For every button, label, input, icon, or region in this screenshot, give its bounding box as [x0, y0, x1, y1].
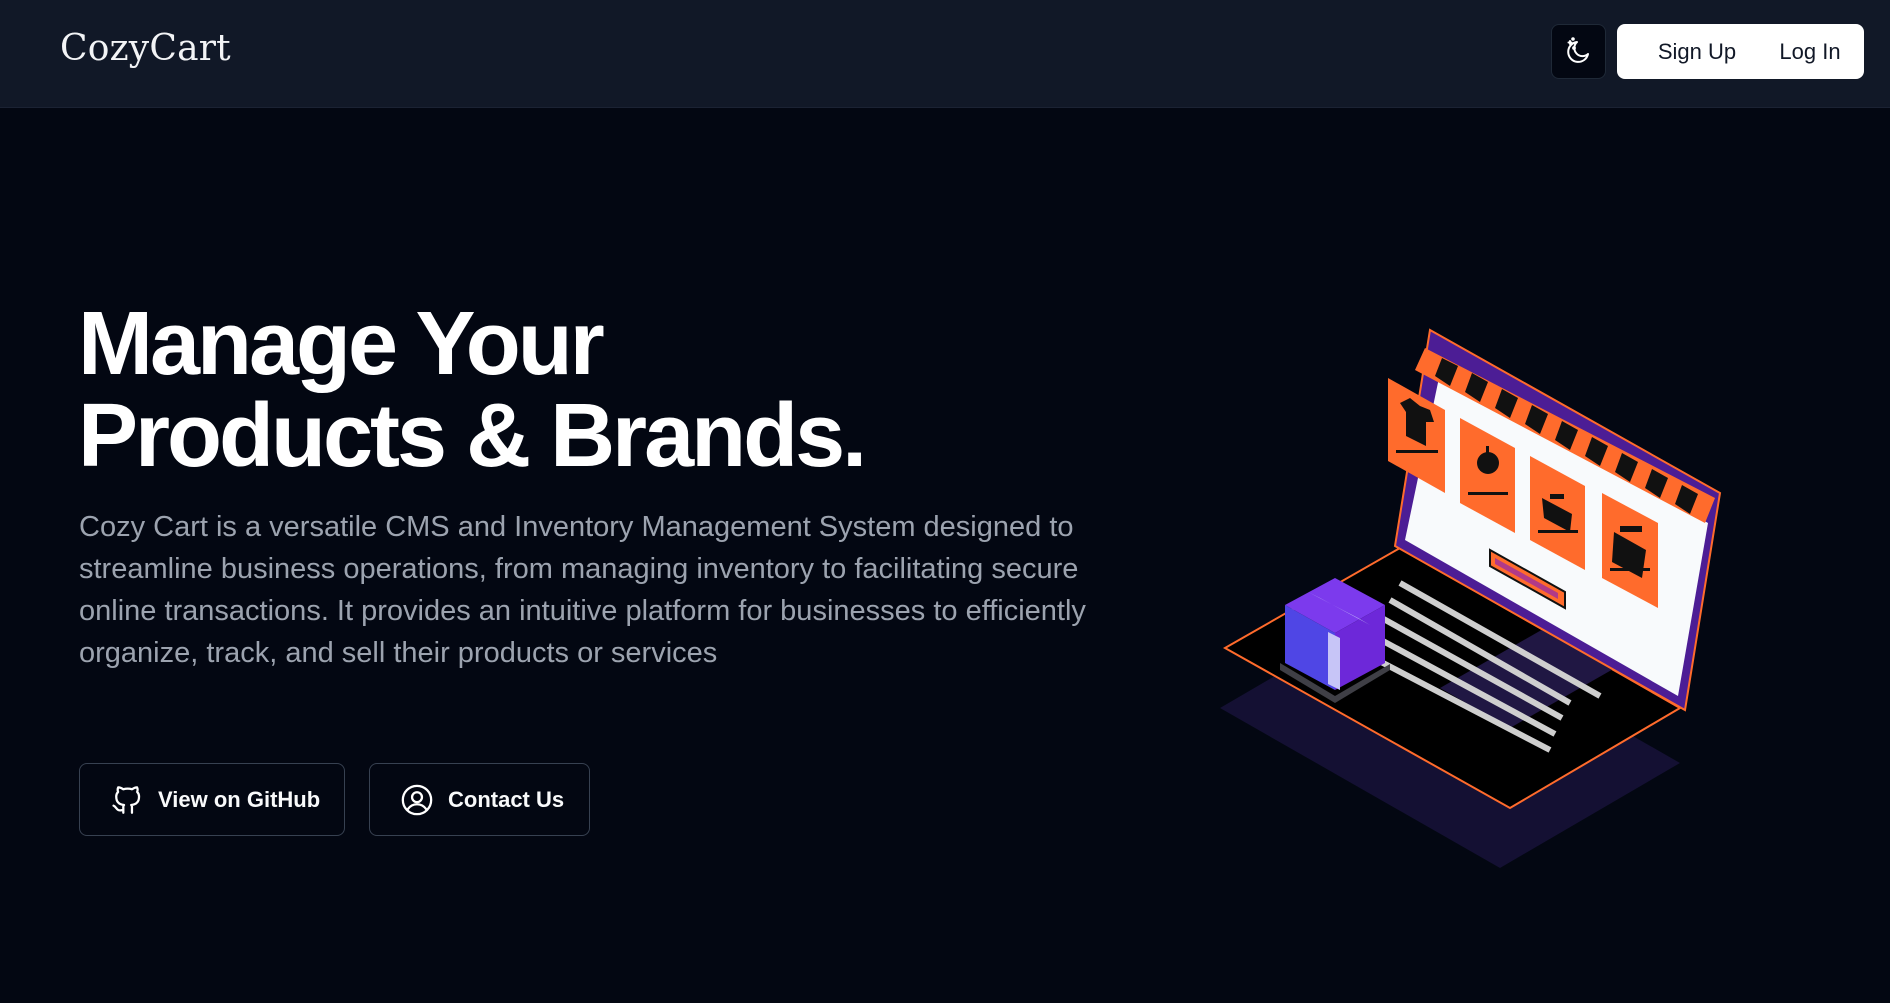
hero-title-line-2: Products & Brands.	[78, 386, 867, 486]
user-circle-icon	[400, 783, 434, 817]
laptop-storefront-illustration	[1210, 318, 1730, 878]
log-in-button[interactable]: Log In	[1756, 24, 1864, 79]
view-on-github-label: View on GitHub	[158, 786, 321, 812]
github-icon	[110, 783, 144, 817]
top-navbar: CozyCart Sign Up Log In	[0, 0, 1890, 108]
contact-us-button[interactable]: Contact Us	[369, 763, 590, 836]
hero-title: Manage Your Products & Brands.	[78, 298, 1078, 482]
moon-stars-icon	[1564, 35, 1594, 68]
theme-toggle-button[interactable]	[1551, 24, 1606, 79]
hero-description: Cozy Cart is a versatile CMS and Invento…	[79, 511, 1086, 669]
contact-us-label: Contact Us	[448, 786, 565, 812]
view-on-github-button[interactable]: View on GitHub	[79, 763, 345, 836]
sign-up-button[interactable]: Sign Up	[1617, 24, 1777, 79]
brand-logo[interactable]: CozyCart	[60, 28, 231, 69]
hero-title-line-1: Manage Your	[78, 294, 605, 394]
